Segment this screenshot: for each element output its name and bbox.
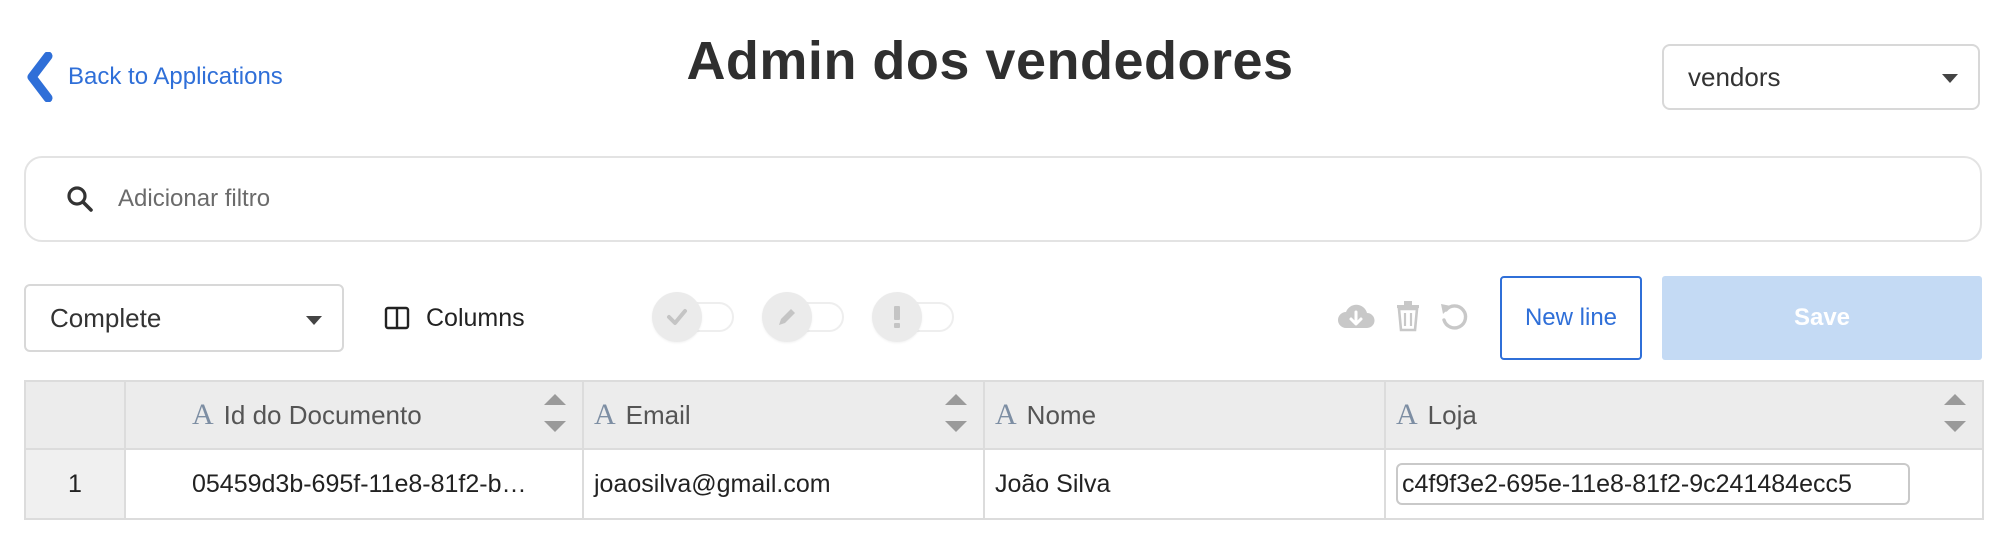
column-header-loja[interactable]: A Loja (1384, 380, 1984, 450)
text-type-icon: A (594, 398, 616, 431)
undo-button[interactable] (1434, 296, 1474, 336)
sort-arrows-icon[interactable] (945, 394, 967, 432)
column-header-label: Id do Documento (223, 399, 422, 430)
table-header-row: A Id do Documento A Email A Nome A Loja (24, 380, 1984, 450)
delete-button[interactable] (1388, 296, 1428, 336)
save-button[interactable]: Save (1662, 276, 1982, 360)
sort-arrows-icon[interactable] (544, 394, 566, 432)
row-index-header (24, 380, 126, 450)
text-type-icon: A (995, 398, 1017, 431)
check-icon (667, 309, 687, 325)
cell-email-value: joaosilva@gmail.com (594, 469, 831, 498)
download-button[interactable] (1336, 296, 1376, 336)
column-header-email[interactable]: A Email (582, 380, 985, 450)
column-header-id[interactable]: A Id do Documento (124, 380, 584, 450)
data-table: A Id do Documento A Email A Nome A Loja … (24, 380, 1984, 520)
trash-icon (1397, 301, 1419, 332)
page-title: Admin dos vendedores (686, 31, 1294, 91)
toggle-knob (872, 292, 922, 342)
new-line-button[interactable]: New line (1500, 276, 1642, 360)
cell-email[interactable]: joaosilva@gmail.com (582, 448, 985, 520)
toggle-valid[interactable] (652, 292, 738, 344)
view-select-value: Complete (50, 302, 162, 333)
toggle-knob (652, 292, 702, 342)
chevron-down-icon (306, 316, 322, 325)
pencil-icon (779, 309, 795, 325)
toggle-errors[interactable] (872, 292, 958, 344)
column-header-label: Loja (1427, 399, 1477, 430)
column-header-label: Nome (1026, 399, 1097, 430)
undo-icon (1441, 304, 1468, 330)
toggle-knob (762, 292, 812, 342)
columns-icon (384, 306, 410, 330)
table-row: 1 05459d3b-695f-11e8-81f2-b… joaosilva@g… (24, 448, 1984, 520)
search-icon (67, 186, 93, 212)
cell-loja-input[interactable] (1396, 463, 1910, 505)
back-link-label: Back to Applications (68, 63, 283, 90)
cell-nome[interactable]: João Silva (983, 448, 1386, 520)
text-type-icon: A (192, 398, 214, 431)
application-select[interactable]: vendors (1662, 44, 1980, 110)
chevron-left-icon (27, 52, 53, 102)
filter-bar (24, 156, 1982, 242)
columns-label: Columns (426, 303, 525, 332)
columns-button[interactable]: Columns (384, 296, 525, 340)
cell-id[interactable]: 05459d3b-695f-11e8-81f2-b… (124, 448, 584, 520)
exclamation-icon (894, 306, 900, 328)
column-header-nome[interactable]: A Nome (983, 380, 1386, 450)
sort-arrows-icon[interactable] (1944, 394, 1966, 432)
cell-id-value: 05459d3b-695f-11e8-81f2-b… (192, 469, 527, 498)
view-select[interactable]: Complete (24, 284, 344, 352)
text-type-icon: A (1396, 398, 1418, 431)
row-index: 1 (24, 448, 126, 520)
application-select-value: vendors (1688, 61, 1781, 92)
back-to-applications-link[interactable]: Back to Applications (26, 50, 283, 104)
toggle-edited[interactable] (762, 292, 848, 344)
chevron-down-icon (1942, 74, 1958, 83)
cloud-download-icon (1338, 304, 1375, 328)
filter-input[interactable] (116, 184, 1820, 214)
cell-nome-value: João Silva (995, 469, 1111, 498)
cell-loja[interactable] (1384, 448, 1984, 520)
column-header-label: Email (625, 399, 691, 430)
